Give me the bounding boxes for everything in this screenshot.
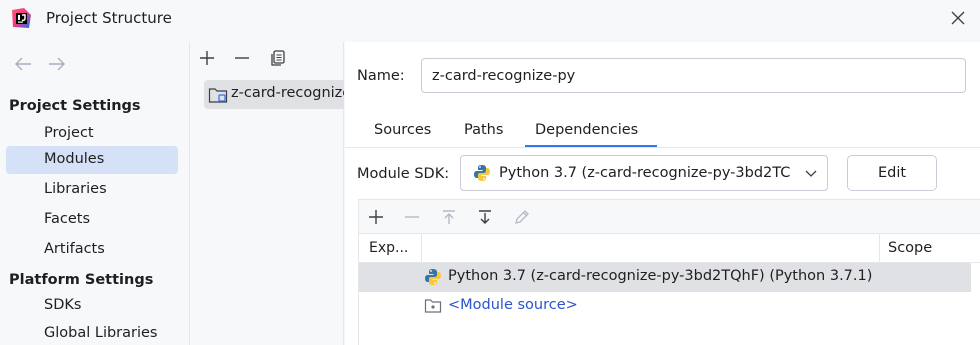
section-platform-settings: Platform Settings bbox=[9, 272, 154, 288]
dependencies-table-header: Exp... Scope bbox=[359, 233, 980, 264]
move-up-icon[interactable] bbox=[440, 208, 458, 226]
module-toolbar bbox=[197, 48, 299, 70]
sidebar-item-sdks[interactable]: SDKs bbox=[6, 292, 178, 320]
module-folder-icon bbox=[208, 88, 228, 103]
intellij-idea-icon bbox=[12, 8, 31, 28]
module-detail-panel: Name: Sources Paths Dependencies Module … bbox=[345, 42, 980, 345]
tab-paths[interactable]: Paths bbox=[464, 122, 503, 138]
tab-dependencies[interactable]: Dependencies bbox=[535, 122, 638, 138]
sidebar-item-label: Facets bbox=[44, 211, 91, 227]
source-folder-icon bbox=[424, 299, 442, 313]
sidebar-item-facets[interactable]: Facets bbox=[6, 206, 178, 234]
table-row[interactable]: <Module source> bbox=[359, 292, 971, 321]
title-bar: Project Structure bbox=[0, 0, 980, 36]
column-scope[interactable]: Scope bbox=[888, 240, 932, 256]
history-nav bbox=[12, 54, 76, 74]
sidebar-item-label: Global Libraries bbox=[44, 325, 158, 341]
dependencies-table-body: Python 3.7 (z-card-recognize-py-3bd2TQhF… bbox=[359, 263, 980, 345]
dependencies-panel: Exp... Scope Python 3.7 (z-card-recogniz… bbox=[358, 199, 980, 345]
sidebar-item-modules[interactable]: Modules bbox=[6, 146, 178, 174]
sidebar-item-label: Project bbox=[44, 125, 94, 141]
module-sdk-label: Module SDK: bbox=[357, 166, 450, 182]
copy-icon[interactable] bbox=[268, 48, 288, 68]
sidebar-item-libraries[interactable]: Libraries bbox=[6, 176, 178, 204]
name-label: Name: bbox=[357, 68, 405, 84]
add-icon[interactable] bbox=[367, 208, 385, 226]
arrow-right-icon[interactable] bbox=[46, 54, 68, 74]
table-row[interactable]: Python 3.7 (z-card-recognize-py-3bd2TQhF… bbox=[359, 263, 971, 292]
section-project-settings: Project Settings bbox=[9, 98, 141, 114]
dependencies-toolbar bbox=[367, 208, 545, 228]
module-item-label: z-card-recognize-py bbox=[231, 85, 344, 101]
move-down-icon[interactable] bbox=[476, 208, 494, 226]
sidebar-item-global-libraries[interactable]: Global Libraries bbox=[6, 320, 178, 345]
add-icon[interactable] bbox=[197, 48, 217, 68]
sidebar-item-label: Modules bbox=[44, 151, 105, 167]
remove-icon[interactable] bbox=[232, 48, 252, 68]
module-name-field[interactable] bbox=[421, 58, 966, 93]
column-export[interactable]: Exp... bbox=[369, 240, 408, 256]
edit-icon[interactable] bbox=[513, 208, 531, 226]
window-title: Project Structure bbox=[46, 9, 172, 27]
dependency-label: <Module source> bbox=[448, 297, 578, 313]
close-icon[interactable] bbox=[944, 4, 972, 32]
python-icon bbox=[474, 165, 490, 181]
tab-sources[interactable]: Sources bbox=[374, 122, 431, 138]
module-list-panel: z-card-recognize-py bbox=[191, 42, 344, 345]
sidebar-item-artifacts[interactable]: Artifacts bbox=[6, 236, 178, 264]
module-sdk-value: Python 3.7 (z-card-recognize-py-3bd2TC bbox=[499, 165, 791, 181]
detail-tabs: Sources Paths Dependencies bbox=[345, 116, 980, 148]
remove-icon[interactable] bbox=[403, 208, 421, 226]
sidebar-item-label: Libraries bbox=[44, 181, 107, 197]
python-icon bbox=[425, 269, 441, 285]
sidebar-item-project[interactable]: Project bbox=[6, 120, 178, 148]
sidebar-item-label: SDKs bbox=[44, 297, 82, 313]
chevron-down-icon bbox=[805, 170, 817, 177]
dependency-label: Python 3.7 (z-card-recognize-py-3bd2TQhF… bbox=[448, 268, 873, 284]
sidebar: Project Settings Project Modules Librari… bbox=[0, 42, 190, 345]
module-sdk-select[interactable]: Python 3.7 (z-card-recognize-py-3bd2TC bbox=[460, 155, 828, 191]
arrow-left-icon[interactable] bbox=[12, 54, 34, 74]
column-divider bbox=[421, 234, 422, 264]
column-divider bbox=[879, 234, 880, 264]
tabs-divider bbox=[345, 147, 980, 148]
sidebar-item-label: Artifacts bbox=[44, 241, 105, 257]
edit-sdk-button[interactable]: Edit bbox=[847, 155, 937, 191]
module-item[interactable]: z-card-recognize-py bbox=[204, 80, 344, 109]
